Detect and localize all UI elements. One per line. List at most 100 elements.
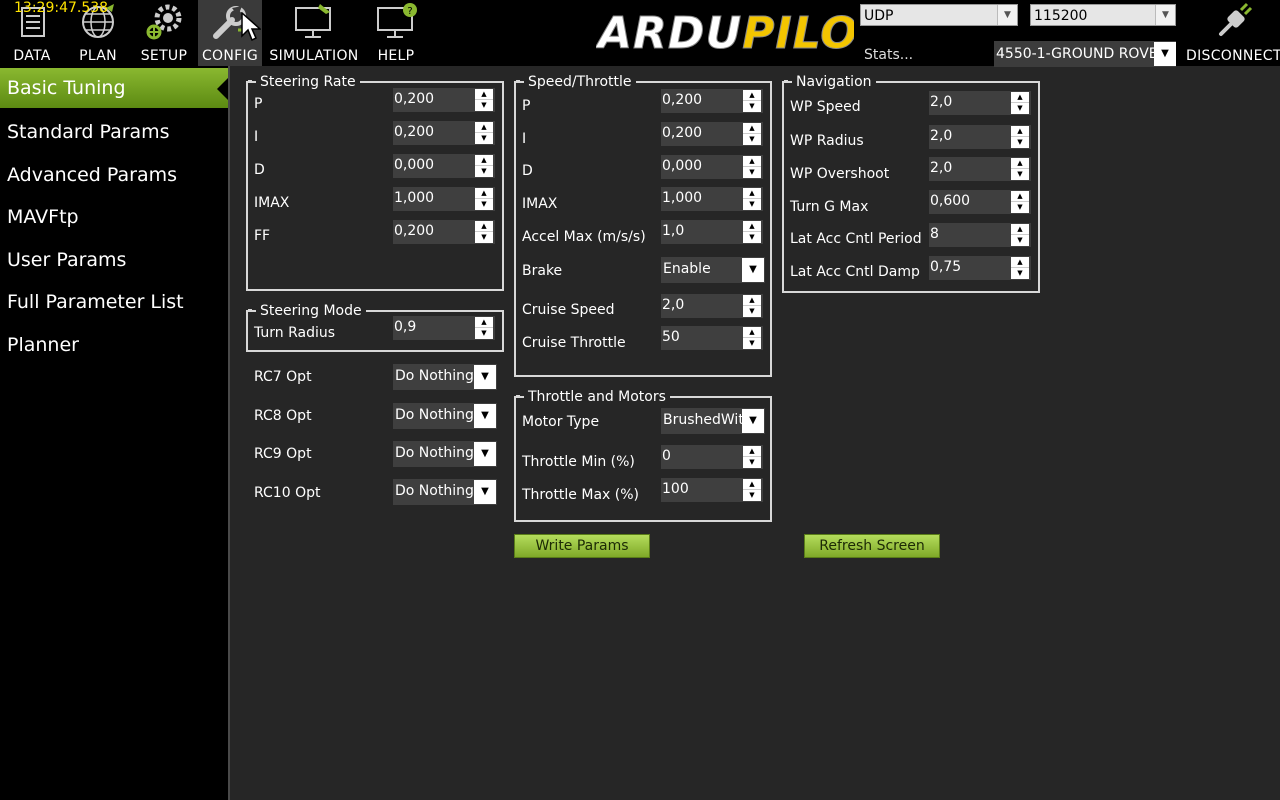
rc7-opt-select[interactable]: Do Nothing ▼ — [393, 364, 497, 390]
lat-acc-period-input[interactable]: 8 ▲ ▼ — [929, 223, 1031, 247]
sidebar-item-label: Full Parameter List — [7, 291, 184, 313]
param-label: IMAX — [522, 196, 558, 212]
steering-imax-input[interactable]: 1,000 ▲ ▼ — [393, 187, 495, 211]
nav-config-label: CONFIG — [201, 48, 259, 64]
sidebar-item-advanced-params[interactable]: Advanced Params — [0, 155, 228, 195]
vehicle-select[interactable]: 4550-1-GROUND ROVER ▼ — [994, 41, 1176, 67]
arrow-down-icon: ▼ — [749, 200, 755, 208]
nav-help-button[interactable]: ? HELP — [364, 0, 428, 66]
connection-type-select[interactable]: UDP ▼ — [860, 4, 1018, 26]
spin-buttons[interactable]: ▲ ▼ — [1011, 158, 1029, 180]
spin-value: 1,0 — [662, 223, 685, 239]
arrow-up-icon: ▲ — [743, 156, 761, 167]
rc10-opt-select[interactable]: Do Nothing ▼ — [393, 479, 497, 505]
throttle-min-input[interactable]: 0 ▲ ▼ — [661, 445, 763, 469]
nav-simulation-button[interactable]: SIMULATION — [266, 0, 362, 66]
spin-buttons[interactable]: ▲ ▼ — [475, 122, 493, 144]
spin-value: 2,0 — [930, 160, 953, 176]
brake-select[interactable]: Enable ▼ — [661, 257, 765, 283]
accel-max-input[interactable]: 1,0 ▲ ▼ — [661, 220, 763, 244]
spin-buttons[interactable]: ▲ ▼ — [743, 221, 761, 243]
speed-d-input[interactable]: 0,000 ▲ ▼ — [661, 155, 763, 179]
spin-value: 1,000 — [394, 190, 435, 206]
spin-buttons[interactable]: ▲ ▼ — [475, 188, 493, 210]
logo-text-ardu: ARDU — [596, 8, 742, 56]
sidebar-item-standard-params[interactable]: Standard Params — [0, 112, 228, 152]
spin-buttons[interactable]: ▲ ▼ — [743, 327, 761, 349]
steering-d-input[interactable]: 0,000 ▲ ▼ — [393, 154, 495, 178]
spin-buttons[interactable]: ▲ ▼ — [743, 123, 761, 145]
plug-icon — [1219, 2, 1253, 36]
steering-i-input[interactable]: 0,200 ▲ ▼ — [393, 121, 495, 145]
nav-data-label: DATA — [13, 48, 51, 64]
steering-p-input[interactable]: 0,200 ▲ ▼ — [393, 88, 495, 112]
spin-value: 0,000 — [394, 157, 435, 173]
spin-buttons[interactable]: ▲ ▼ — [475, 155, 493, 177]
sidebar-item-label: Advanced Params — [7, 164, 177, 186]
spin-buttons[interactable]: ▲ ▼ — [743, 90, 761, 112]
baud-rate-select[interactable]: 115200 ▼ — [1030, 4, 1176, 26]
spin-buttons[interactable]: ▲ ▼ — [475, 89, 493, 111]
group-title: Steering Mode — [248, 303, 366, 319]
spin-buttons[interactable]: ▲ ▼ — [743, 188, 761, 210]
spin-buttons[interactable]: ▲ ▼ — [1011, 92, 1029, 114]
rc8-opt-select[interactable]: Do Nothing ▼ — [393, 403, 497, 429]
refresh-screen-button[interactable]: Refresh Screen — [804, 534, 940, 558]
throttle-max-input[interactable]: 100 ▲ ▼ — [661, 478, 763, 502]
mouse-cursor-icon — [241, 12, 261, 42]
turn-radius-input[interactable]: 0,9 ▲ ▼ — [393, 316, 495, 340]
sidebar-item-user-params[interactable]: User Params — [0, 240, 228, 280]
cruise-speed-input[interactable]: 2,0 ▲ ▼ — [661, 294, 763, 318]
arrow-down-icon: ▼ — [749, 307, 755, 315]
steering-ff-input[interactable]: 0,200 ▲ ▼ — [393, 220, 495, 244]
group-title: Steering Rate — [248, 74, 360, 90]
sidebar-item-mavftp[interactable]: MAVFtp — [0, 197, 228, 237]
spin-buttons[interactable]: ▲ ▼ — [743, 479, 761, 501]
param-label: Lat Acc Cntl Damp — [790, 264, 920, 280]
wp-speed-input[interactable]: 2,0 ▲ ▼ — [929, 91, 1031, 115]
spin-buttons[interactable]: ▲ ▼ — [743, 446, 761, 468]
sidebar-item-full-parameter-list[interactable]: Full Parameter List — [0, 282, 228, 322]
disconnect-button[interactable]: DISCONNECT — [1186, 0, 1280, 66]
sidebar-item-planner[interactable]: Planner — [0, 325, 228, 365]
cruise-throttle-input[interactable]: 50 ▲ ▼ — [661, 326, 763, 350]
arrow-up-icon: ▲ — [475, 155, 493, 166]
param-label: I — [254, 129, 259, 145]
spin-value: 0,600 — [930, 193, 971, 209]
rc9-opt-select[interactable]: Do Nothing ▼ — [393, 441, 497, 467]
spin-buttons[interactable]: ▲ ▼ — [743, 295, 761, 317]
chevron-down-icon: ▼ — [1155, 5, 1175, 25]
speed-i-input[interactable]: 0,200 ▲ ▼ — [661, 122, 763, 146]
turn-g-max-input[interactable]: 0,600 ▲ ▼ — [929, 190, 1031, 214]
param-label: RC8 Opt — [254, 408, 312, 424]
spin-buttons[interactable]: ▲ ▼ — [743, 156, 761, 178]
arrow-up-icon: ▲ — [743, 327, 761, 338]
param-label: WP Radius — [790, 133, 864, 149]
gears-icon — [146, 4, 182, 40]
motor-type-select[interactable]: BrushedWith ▼ — [661, 408, 765, 434]
speed-p-input[interactable]: 0,200 ▲ ▼ — [661, 89, 763, 113]
write-params-button[interactable]: Write Params — [514, 534, 650, 558]
arrow-down-icon: ▼ — [481, 200, 487, 208]
spin-buttons[interactable]: ▲ ▼ — [1011, 257, 1029, 279]
wp-overshoot-input[interactable]: 2,0 ▲ ▼ — [929, 157, 1031, 181]
nav-setup-button[interactable]: SETUP — [132, 0, 196, 66]
stats-link[interactable]: Stats... — [864, 47, 913, 63]
spin-value: 2,0 — [662, 297, 685, 313]
top-toolbar: 13:29:47.538 DATA PLAN SETUP CONFIG SIMU… — [0, 0, 1280, 67]
chevron-down-icon: ▼ — [474, 480, 496, 504]
sidebar-item-basic-tuning[interactable]: Basic Tuning — [0, 68, 228, 108]
spin-buttons[interactable]: ▲ ▼ — [1011, 191, 1029, 213]
spin-value: 2,0 — [930, 94, 953, 110]
sidebar: Basic Tuning Standard Params Advanced Pa… — [0, 66, 230, 800]
connection-type-value: UDP — [864, 8, 894, 24]
arrow-down-icon: ▼ — [749, 339, 755, 347]
spin-buttons[interactable]: ▲ ▼ — [1011, 126, 1029, 148]
lat-acc-damp-input[interactable]: 0,75 ▲ ▼ — [929, 256, 1031, 280]
sidebar-item-label: User Params — [7, 249, 127, 271]
wp-radius-input[interactable]: 2,0 ▲ ▼ — [929, 125, 1031, 149]
spin-buttons[interactable]: ▲ ▼ — [475, 221, 493, 243]
spin-buttons[interactable]: ▲ ▼ — [475, 317, 493, 339]
speed-imax-input[interactable]: 1,000 ▲ ▼ — [661, 187, 763, 211]
spin-buttons[interactable]: ▲ ▼ — [1011, 224, 1029, 246]
